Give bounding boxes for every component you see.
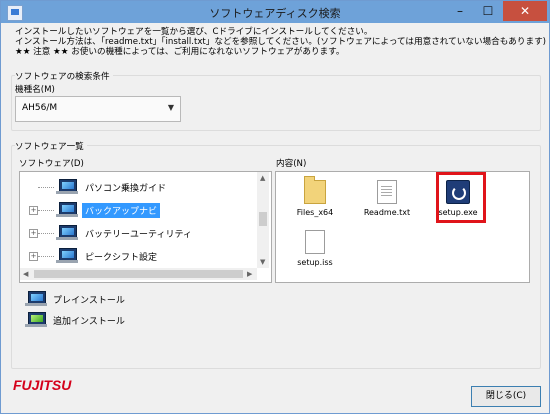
legend-preinstall-label: プレインストール [53,296,125,306]
expand-toggle[interactable]: + [29,206,38,215]
intro-line-2: インストール方法は、「readme.txt」「install.txt」などを参照… [15,37,547,47]
software-tree[interactable]: パソコン乗換ガイド + バックアップナビ + バッテリーユーティリティ + ピー… [19,171,272,283]
scroll-down-icon[interactable]: ▼ [260,258,265,266]
scroll-right-icon[interactable]: ▶ [247,270,252,278]
scroll-thumb[interactable] [34,270,243,278]
file-item-readme[interactable]: Readme.txt [358,180,416,217]
laptop-icon [56,202,78,217]
tree-item-battery-utility[interactable]: + バッテリーユーティリティ [20,222,256,244]
folder-icon [304,176,326,204]
tree-item-label: バックアップナビ [82,203,161,218]
file-item-setup-exe[interactable]: setup.exe [429,180,487,217]
laptop-icon [56,248,78,263]
tree-item-label: パソコン乗換ガイド [85,184,167,194]
tree-item-backup-navi[interactable]: + バックアップナビ [20,199,256,221]
chevron-down-icon: ▼ [167,103,174,112]
laptop-icon [25,291,47,306]
content-list[interactable]: Files_x64 Readme.txt setup.exe setup.iss [275,171,530,283]
scroll-thumb[interactable] [259,212,267,226]
minimize-button[interactable]: – [447,1,473,21]
intro-line-1: インストールしたいソフトウェアを一覧から選び、Cドライブにインストールしてくださ… [15,27,373,37]
intro-text: インストールしたいソフトウェアを一覧から選び、Cドライブにインストールしてくださ… [15,27,547,57]
expand-toggle[interactable]: + [29,252,38,261]
legend-preinstall: プレインストール [25,291,225,307]
file-name: Files_x64 [296,208,334,217]
tree-item-label: バッテリーユーティリティ [85,230,192,240]
tree-item-pc-transfer-guide[interactable]: パソコン乗換ガイド [20,176,256,198]
laptop-icon [56,225,78,240]
legend-additional: 追加インストール [25,312,225,328]
expand-toggle[interactable]: + [29,229,38,238]
tree-vertical-scrollbar[interactable]: ▲ ▼ [257,172,269,268]
title-bar: ソフトウェアディスク検索 – ☐ ✕ [1,1,549,23]
text-file-icon [377,180,397,204]
scroll-up-icon[interactable]: ▲ [260,174,265,182]
file-name: Readme.txt [363,208,411,217]
setup-exe-icon [446,180,470,204]
tree-item-label: ピークシフト設定 [85,253,158,263]
content-label: 内容(N) [276,159,307,169]
scroll-left-icon[interactable]: ◀ [23,270,28,278]
intro-line-3: ★★ 注意 ★★ お使いの機種によっては、ご利用になれないソフトウェアがあります… [15,47,345,57]
laptop-icon [56,179,78,194]
tree-horizontal-scrollbar[interactable]: ◀ ▶ [20,268,257,280]
tree-item-peak-shift[interactable]: + ピークシフト設定 [20,245,256,267]
green-laptop-icon [25,312,47,327]
model-select[interactable]: AH56/M ▼ [15,96,181,122]
file-item-files-x64[interactable]: Files_x64 [286,176,344,217]
file-name: setup.exe [438,208,478,217]
fujitsu-logo: FUJITSU [13,377,72,393]
model-value: AH56/M [22,103,58,113]
model-label: 機種名(M) [15,85,55,95]
list-group-title: ソフトウェア一覧 [15,140,87,152]
close-window-button[interactable]: ✕ [503,1,547,21]
file-icon [305,230,325,254]
legend-additional-label: 追加インストール [53,317,125,327]
software-disk-search-window: ソフトウェアディスク検索 – ☐ ✕ インストールしたいソフトウェアを一覧から選… [0,0,550,414]
file-name: setup.iss [297,258,333,267]
file-item-setup-iss[interactable]: setup.iss [286,230,344,267]
maximize-button[interactable]: ☐ [475,1,501,21]
close-button[interactable]: 閉じる(C) [471,386,541,407]
search-group-title: ソフトウェアの検索条件 [15,70,113,82]
software-label: ソフトウェア(D) [19,159,84,169]
